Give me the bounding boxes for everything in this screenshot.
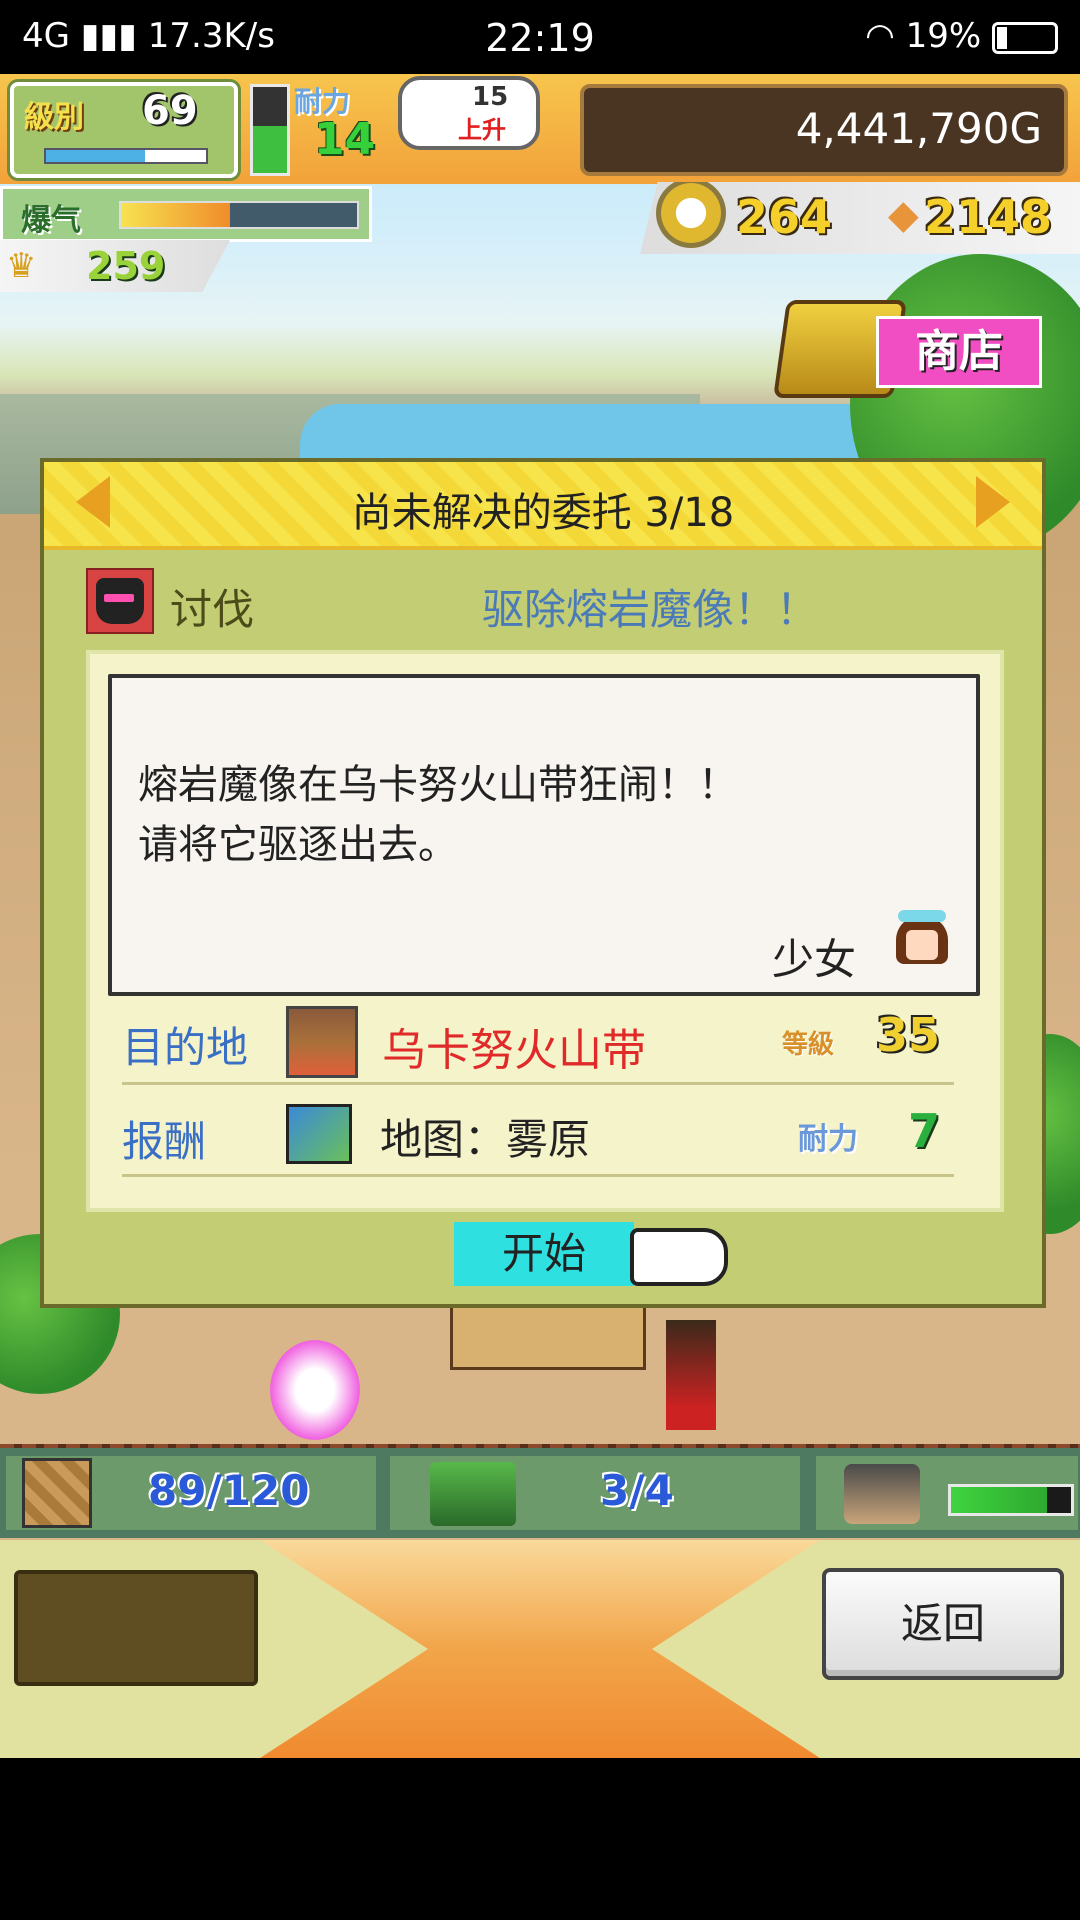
resource-panel: ★ 264 ◆ 2148 [640, 182, 1080, 254]
stamina-cost-label: 耐力 [798, 1122, 858, 1157]
required-level-label: 等級 [782, 1030, 835, 1060]
action-panel: 返回 [0, 1540, 1080, 1758]
divider [122, 1174, 954, 1177]
destination-label: 目的地 [122, 1023, 249, 1072]
bubble-text: 上升 [458, 116, 506, 144]
decorative-fan [260, 1540, 820, 1758]
wood-icon: ◆ [888, 192, 919, 238]
arrow-right-icon[interactable] [976, 476, 1010, 528]
start-button[interactable]: 开始 [454, 1222, 634, 1286]
stamina-cost-value: 7 [908, 1104, 941, 1158]
medal-count: 264 [736, 190, 833, 244]
divider [122, 1082, 954, 1085]
stamina-value: 14 [314, 114, 376, 165]
bottom-blank [0, 1758, 1080, 1920]
battery-icon [992, 21, 1058, 54]
dog-icon[interactable] [844, 1464, 920, 1524]
fans-icon: ♛ [6, 246, 37, 286]
capacity-count: 89/120 [148, 1466, 310, 1515]
quest-name: 驱除熔岩魔像！！ [482, 585, 819, 634]
level-panel: 級別 69 [10, 82, 238, 178]
quest-details: 熔岩魔像在乌卡努火山带狂闹！！ 请将它驱逐出去。 少女 目的地 乌卡努火山带 等… [86, 650, 1004, 1212]
gold-amount: 4,441,790G [795, 104, 1042, 153]
stamina-bubble: 15 上升 [398, 76, 540, 150]
dialog-title: 尚未解决的委托 3/18 [351, 490, 735, 536]
message-line: 熔岩魔像在乌卡努火山带狂闹！！ [138, 762, 738, 808]
wifi-icon: ◠ [865, 16, 895, 56]
boom-bar [119, 201, 359, 229]
level-value: 69 [142, 88, 198, 134]
pet-health-bar [948, 1484, 1074, 1516]
medal-icon: ★ [656, 182, 726, 248]
required-level-value: 35 [876, 1008, 941, 1062]
level-xp-bar [44, 148, 208, 164]
shop-label: 商店 [876, 316, 1042, 388]
back-button[interactable]: 返回 [822, 1568, 1064, 1680]
bubble-number: 15 [472, 82, 509, 112]
girl-portrait-icon [892, 910, 952, 970]
wood-count: 2148 [924, 190, 1053, 244]
stamina-gauge [250, 84, 290, 176]
team-count: 3/4 [600, 1466, 674, 1515]
reward-name: 地图：雾原 [380, 1115, 591, 1164]
crate-icon [22, 1458, 92, 1528]
fans-panel: ♛ 259 [0, 240, 230, 292]
shop-button[interactable]: 商店 [773, 296, 1042, 398]
quest-sender: 少女 [771, 935, 856, 984]
volcano-icon [286, 1006, 358, 1078]
empty-slot [14, 1570, 258, 1686]
battery-percent: 19% [905, 16, 982, 56]
dialog-title-bar: 尚未解决的委托 3/18 [44, 462, 1042, 550]
character-sprite [666, 1320, 716, 1430]
boom-panel: 爆气 [0, 186, 372, 242]
gold-panel: 4,441,790G [580, 84, 1068, 176]
status-bar: 4G ▮▮▮ 17.3K/s 22:19 ◠ 19% [0, 0, 1080, 74]
reward-label: 报酬 [122, 1117, 207, 1166]
table-prop [450, 1304, 646, 1370]
map-icon [286, 1104, 352, 1164]
fans-value: 259 [86, 244, 166, 288]
character-sprite [270, 1340, 360, 1440]
demon-icon [86, 568, 154, 634]
boom-label: 爆气 [21, 203, 81, 238]
destination-name: 乌卡努火山带 [382, 1025, 646, 1076]
quest-dialog: 尚未解决的委托 3/18 讨伐 驱除熔岩魔像！！ 熔岩魔像在乌卡努火山带狂闹！！… [40, 458, 1046, 1308]
bottom-hud: 89/120 3/4 [0, 1448, 1080, 1538]
pointer-hand-icon [630, 1228, 728, 1286]
quest-type: 讨伐 [170, 585, 255, 634]
team-icon[interactable] [430, 1462, 516, 1526]
level-label: 級別 [24, 100, 84, 135]
quest-message-box: 熔岩魔像在乌卡努火山带狂闹！！ 请将它驱逐出去。 少女 [108, 674, 980, 996]
message-line: 请将它驱逐出去。 [138, 822, 458, 868]
status-right: ◠ 19% [865, 16, 1058, 56]
